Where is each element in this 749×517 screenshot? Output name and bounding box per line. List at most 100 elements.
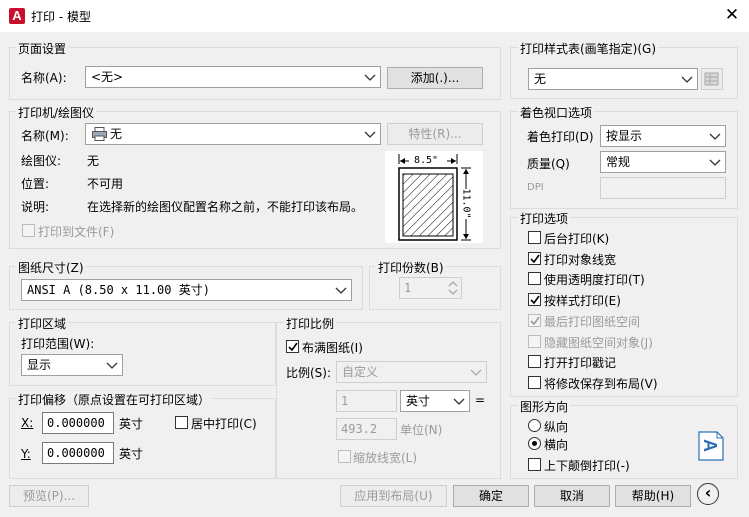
- center-plot-checkbox[interactable]: [175, 416, 188, 429]
- shade-plot-dropdown[interactable]: 按显示: [600, 125, 726, 147]
- offset-x-label: X:: [21, 416, 34, 430]
- cancel-button[interactable]: 取消: [534, 485, 610, 507]
- scale-units-value: 英寸: [406, 394, 431, 408]
- shade-plot-value: 按显示: [606, 129, 643, 143]
- plot-option-label: 最后打印图纸空间: [544, 314, 641, 329]
- plot-options-title: 打印选项: [518, 210, 571, 227]
- paper-size-dropdown[interactable]: ANSI A (8.50 x 11.00 英寸): [21, 279, 352, 301]
- printer-name-label: 名称(M):: [21, 129, 69, 143]
- preview-button[interactable]: 预览(P)...: [9, 485, 89, 507]
- close-icon[interactable]: ✕: [721, 4, 743, 26]
- center-plot-label: 居中打印(C): [191, 417, 257, 431]
- offset-x-input[interactable]: 0.000000: [42, 412, 114, 434]
- quality-value: 常规: [606, 155, 631, 169]
- add-page-setup-button[interactable]: 添加(.)...: [387, 67, 483, 89]
- scale-dropdown[interactable]: 自定义: [336, 361, 487, 383]
- table-edit-icon: [704, 72, 719, 86]
- plot-style-table-dropdown[interactable]: 无: [528, 68, 698, 90]
- paper-size-value: ANSI A (8.50 x 11.00 英寸): [27, 283, 210, 297]
- shaded-viewport-title: 着色视口选项: [518, 104, 595, 121]
- plot-style-table-value: 无: [534, 72, 547, 86]
- printer-name-value: 无: [110, 127, 123, 141]
- quality-dropdown[interactable]: 常规: [600, 151, 726, 173]
- scale-units-dropdown[interactable]: 英寸: [400, 390, 470, 412]
- plot-area-title: 打印区域: [16, 315, 69, 332]
- plot-option-label: 将修改保存到布局(V): [544, 376, 658, 391]
- printer-icon: [92, 127, 107, 144]
- title-bar: [0, 0, 749, 32]
- landscape-radio[interactable]: [528, 437, 541, 450]
- print-to-file-checkbox[interactable]: [22, 224, 35, 237]
- plot-range-value: 显示: [27, 358, 52, 372]
- collapse-options-icon[interactable]: ‹: [697, 483, 719, 505]
- edit-plot-style-button[interactable]: [701, 68, 723, 90]
- description-value: 在选择新的绘图仪配置名称之前，不能打印该布局。: [87, 200, 364, 214]
- quality-label: 质量(Q): [527, 157, 570, 171]
- autocad-app-icon: A: [9, 8, 25, 24]
- plot-option-checkbox[interactable]: [528, 334, 541, 348]
- dpi-input[interactable]: [600, 177, 726, 199]
- plot-offset-group: [9, 398, 276, 479]
- chevron-down-icon: [470, 362, 482, 382]
- plot-option-label: 按样式打印(E): [544, 294, 621, 309]
- description-label: 说明:: [21, 200, 50, 214]
- page-setup-title: 页面设置: [16, 40, 69, 57]
- checkmark-icon: [530, 254, 540, 263]
- plot-scale-title: 打印比例: [284, 315, 337, 332]
- plot-option-checkbox[interactable]: [528, 272, 541, 286]
- offset-y-input[interactable]: 0.000000: [42, 442, 114, 464]
- chevron-down-icon: [709, 126, 721, 146]
- chevron-down-icon: [364, 67, 376, 87]
- plot-option-label: 打印对象线宽: [544, 252, 617, 267]
- landscape-label: 横向: [544, 438, 569, 452]
- plot-option-label: 后台打印(K): [544, 232, 610, 246]
- page-setup-name-dropdown[interactable]: <无>: [85, 66, 381, 88]
- checkmark-icon: [530, 316, 540, 326]
- preview-height-label: 11.0": [460, 188, 472, 219]
- location-label: 位置:: [21, 177, 50, 191]
- plot-option-label: 隐藏图纸空间对象(J): [544, 335, 653, 350]
- scale-units-label: 单位(N): [400, 423, 443, 437]
- scale-units-input[interactable]: 1: [336, 390, 397, 412]
- chevron-down-icon: [681, 69, 693, 89]
- ok-button[interactable]: 确定: [453, 485, 529, 507]
- plot-option-checkbox[interactable]: [528, 251, 541, 265]
- plot-option-checkbox[interactable]: [528, 355, 541, 369]
- upside-down-checkbox[interactable]: [528, 458, 541, 471]
- fit-to-paper-label: 布满图纸(I): [302, 341, 363, 355]
- offset-x-unit: 英寸: [119, 417, 144, 431]
- printer-properties-button[interactable]: 特性(R)...: [387, 123, 483, 145]
- plot-option-label: 打开打印戳记: [544, 356, 617, 371]
- help-button[interactable]: 帮助(H): [615, 485, 691, 507]
- chevron-down-icon: [709, 152, 721, 172]
- fit-to-paper-checkbox[interactable]: [286, 340, 299, 353]
- plot-offset-title: 打印偏移（原点设置在可打印区域）: [16, 391, 213, 408]
- plotter-value: 无: [87, 154, 100, 168]
- window-title: 打印 - 模型: [31, 10, 91, 24]
- chevron-down-icon: [453, 391, 465, 411]
- page-setup-name-label: 名称(A):: [21, 71, 67, 85]
- printer-name-dropdown[interactable]: 无: [85, 123, 381, 145]
- dpi-label: DPI: [527, 182, 544, 193]
- paper-size-title: 图纸尺寸(Z): [16, 259, 86, 276]
- plotter-label: 绘图仪:: [21, 154, 62, 168]
- paper-preview: 8.5" 11.0": [385, 151, 483, 243]
- printer-title: 打印机/绘图仪: [16, 104, 97, 121]
- plot-option-checkbox[interactable]: [528, 231, 541, 244]
- plot-option-checkbox[interactable]: [528, 375, 541, 389]
- scale-lineweights-checkbox[interactable]: [338, 450, 351, 463]
- plot-range-dropdown[interactable]: 显示: [21, 354, 123, 376]
- chevron-down-icon: [106, 355, 118, 375]
- portrait-label: 纵向: [544, 420, 569, 434]
- scale-drawing-units-input[interactable]: 493.2: [336, 418, 397, 440]
- landscape-orientation-icon: A: [698, 431, 724, 461]
- apply-to-layout-button[interactable]: 应用到布局(U): [340, 485, 447, 507]
- plot-option-checkbox[interactable]: [528, 313, 541, 327]
- plot-range-label: 打印范围(W):: [21, 337, 95, 351]
- checkmark-icon: [288, 342, 298, 352]
- location-value: 不可用: [87, 177, 124, 191]
- offset-y-label: Y:: [21, 447, 31, 461]
- portrait-radio[interactable]: [528, 419, 541, 432]
- plot-option-checkbox[interactable]: [528, 293, 541, 307]
- copies-spinner[interactable]: [445, 278, 461, 298]
